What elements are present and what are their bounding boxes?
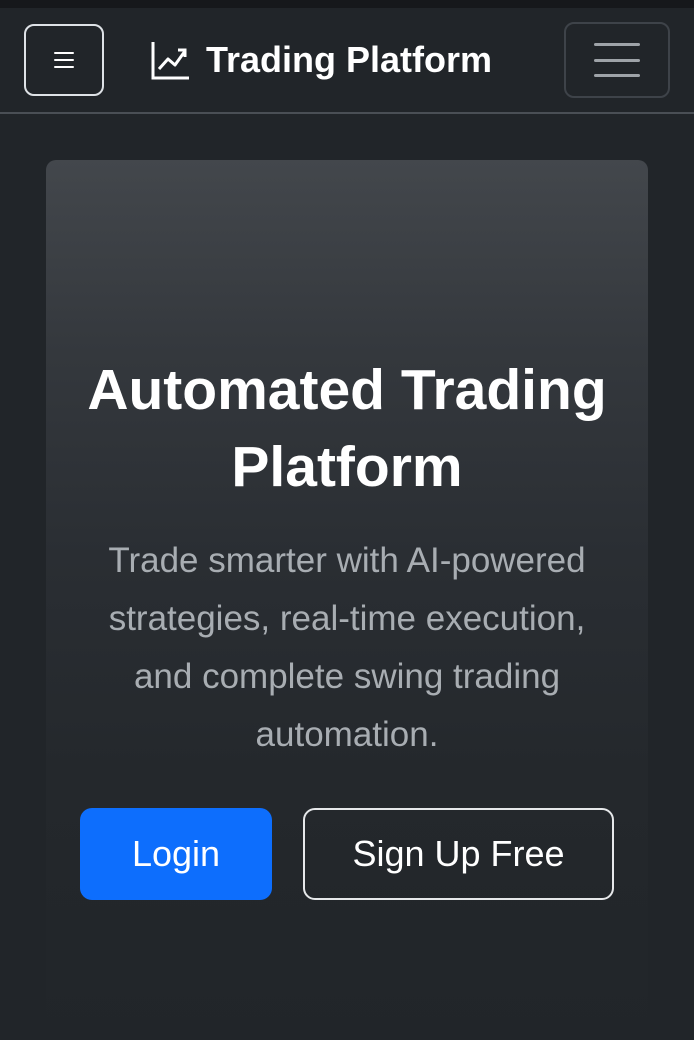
navbar-toggler-button[interactable] <box>564 22 670 98</box>
status-bar <box>0 0 694 8</box>
list-icon <box>54 52 74 68</box>
sidebar-toggle-button[interactable] <box>24 24 104 96</box>
login-button[interactable]: Login <box>80 808 272 900</box>
hero-card: Automated Trading Platform Trade smarter… <box>46 160 648 1040</box>
graph-up-icon <box>151 42 189 80</box>
navbar: Trading Platform <box>0 8 694 114</box>
signup-button[interactable]: Sign Up Free <box>303 808 614 900</box>
hamburger-menu-icon <box>594 43 640 77</box>
navbar-brand[interactable]: Trading Platform <box>150 34 492 86</box>
brand-text: Trading Platform <box>206 39 493 80</box>
hero-subtitle: Trade smarter with AI-powered strategies… <box>108 541 586 754</box>
hero-title: Automated Trading Platform <box>87 358 607 499</box>
